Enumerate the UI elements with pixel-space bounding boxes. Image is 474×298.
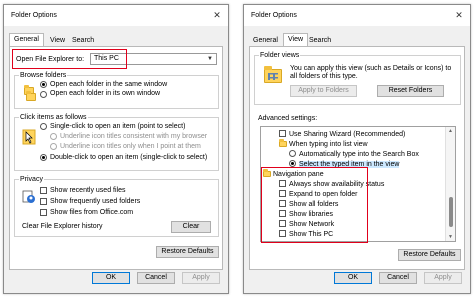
underline-point-label: Underline icon titles only when I point … xyxy=(60,143,201,150)
apply-button[interactable]: Apply xyxy=(424,272,462,284)
advanced-settings-title: Advanced settings: xyxy=(258,115,318,122)
underline-browser-label: Underline icon titles consistent with my… xyxy=(60,133,208,140)
privacy-icon xyxy=(22,190,36,204)
own-window-label: Open each folder in its own window xyxy=(50,90,161,97)
single-click-label: Single-click to open an item (point to s… xyxy=(50,123,186,130)
radio-underline-point[interactable] xyxy=(50,143,57,150)
reset-folders-button[interactable]: Reset Folders xyxy=(377,85,444,97)
highlight-box-navigation-pane xyxy=(261,167,368,243)
apply-to-folders-button[interactable]: Apply to Folders xyxy=(290,85,357,97)
tab-search[interactable]: Search xyxy=(68,35,98,46)
folder-icon xyxy=(279,139,287,147)
tab-general[interactable]: General xyxy=(9,33,44,46)
radio-single-click[interactable] xyxy=(40,123,47,130)
privacy-title: Privacy xyxy=(19,175,44,184)
radio-select-typed-item[interactable] xyxy=(289,160,296,167)
browse-folders-title: Browse folders xyxy=(19,71,68,80)
scroll-down-icon[interactable]: ▼ xyxy=(448,234,453,240)
tree-item-label: Use Sharing Wizard (Recommended) xyxy=(289,131,406,138)
title-bar: Folder Options ✕ xyxy=(4,5,228,26)
radio-auto-type-search[interactable] xyxy=(289,150,296,157)
dialog-title: Folder Options xyxy=(251,12,297,19)
ok-button[interactable]: OK xyxy=(92,272,130,284)
folder-views-description-line2: all folders of this type. xyxy=(290,73,358,80)
recent-files-label: Show recently used files xyxy=(50,187,126,194)
double-click-label: Double-click to open an item (single-cli… xyxy=(50,154,208,161)
click-items-title: Click items as follows xyxy=(19,113,88,122)
radio-own-window[interactable] xyxy=(40,91,47,98)
radio-double-click[interactable] xyxy=(40,154,47,161)
ok-button[interactable]: OK xyxy=(334,272,372,284)
checkbox-office-files[interactable] xyxy=(40,209,47,216)
folder-views-title: Folder views xyxy=(259,51,301,60)
scroll-thumb[interactable] xyxy=(449,197,453,227)
tree-row[interactable]: When typing into list view xyxy=(261,139,443,149)
chevron-down-icon: ▼ xyxy=(207,56,213,62)
same-window-label: Open each folder in the same window xyxy=(50,81,168,88)
frequent-folders-label: Show frequently used folders xyxy=(50,198,141,205)
tab-strip: General View Search xyxy=(9,33,223,46)
mouse-pointer-icon xyxy=(22,129,36,145)
folder-options-dialog-view: Folder Options ✕ General View Search Fol… xyxy=(243,4,471,294)
folder-view-icon xyxy=(264,66,282,83)
browse-folders-icon xyxy=(22,84,38,102)
view-tab-panel: Folder views You can apply this view (su… xyxy=(249,46,465,270)
title-bar: Folder Options ✕ xyxy=(244,5,470,26)
tab-search[interactable]: Search xyxy=(305,35,335,46)
checkbox-frequent-folders[interactable] xyxy=(40,198,47,205)
cancel-button[interactable]: Cancel xyxy=(379,272,417,284)
tab-general[interactable]: General xyxy=(249,35,282,46)
checkbox-recent-files[interactable] xyxy=(40,187,47,194)
office-files-label: Show files from Office.com xyxy=(50,209,134,216)
clear-history-label: Clear File Explorer history xyxy=(22,223,103,230)
tree-item-label: Automatically type into the Search Box xyxy=(299,151,419,158)
restore-defaults-button[interactable]: Restore Defaults xyxy=(156,246,219,258)
scroll-up-icon[interactable]: ▲ xyxy=(448,128,453,134)
general-tab-panel: Open File Explorer to: This PC ▼ Browse … xyxy=(9,46,223,270)
restore-defaults-button[interactable]: Restore Defaults xyxy=(398,249,461,261)
tab-view[interactable]: View xyxy=(46,35,69,46)
checkbox-sharing-wizard[interactable] xyxy=(279,130,286,137)
radio-same-window[interactable] xyxy=(40,81,47,88)
highlight-box-open-explorer xyxy=(12,49,127,69)
close-icon[interactable]: ✕ xyxy=(206,5,228,26)
close-icon[interactable]: ✕ xyxy=(448,5,470,26)
folder-options-dialog-general: Folder Options ✕ General View Search Ope… xyxy=(3,4,229,294)
tab-strip: General View Search xyxy=(249,33,465,46)
dialog-title: Folder Options xyxy=(11,12,57,19)
apply-button[interactable]: Apply xyxy=(182,272,220,284)
tree-row[interactable]: Automatically type into the Search Box xyxy=(261,149,443,159)
clear-history-button[interactable]: Clear xyxy=(171,221,211,233)
tree-scrollbar[interactable]: ▲ ▼ xyxy=(445,127,455,241)
tree-row[interactable]: Use Sharing Wizard (Recommended) xyxy=(261,129,443,139)
cancel-button[interactable]: Cancel xyxy=(137,272,175,284)
tree-item-label: When typing into list view xyxy=(289,141,368,148)
radio-underline-browser[interactable] xyxy=(50,133,57,140)
